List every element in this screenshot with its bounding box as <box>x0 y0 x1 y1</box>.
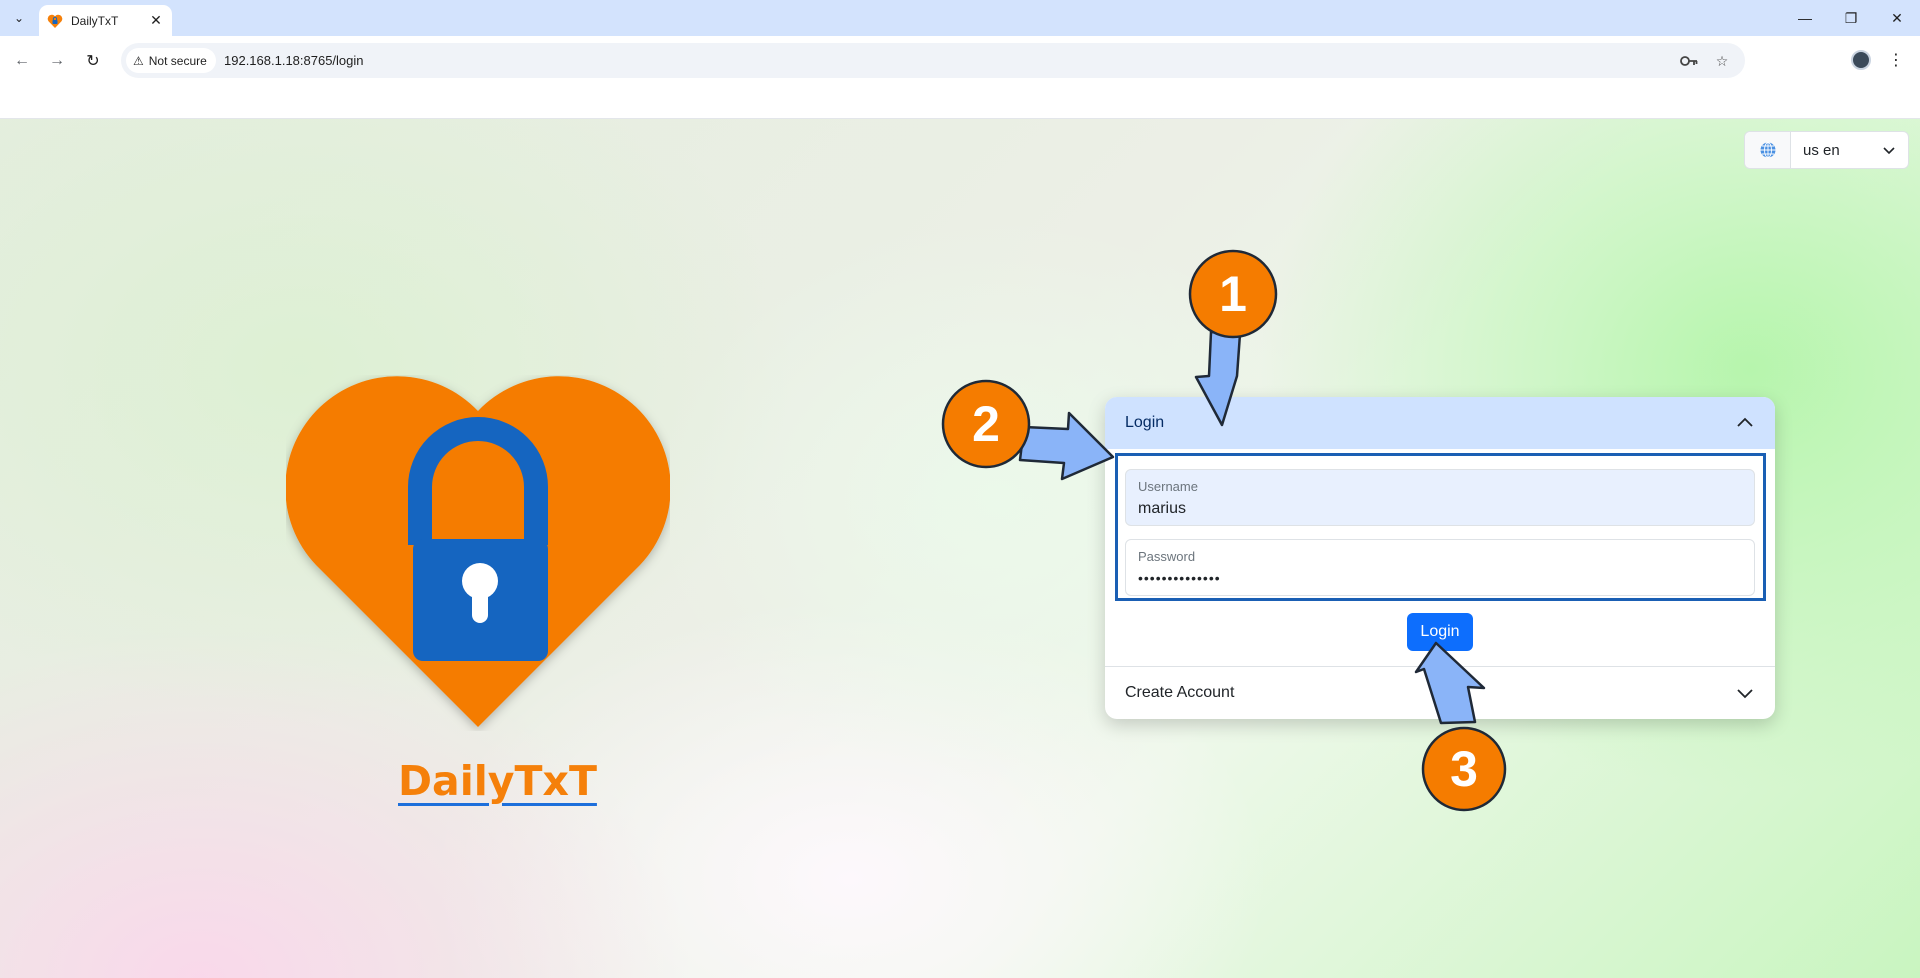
browser-toolbar: ← → ↻ ⚠ Not secure 192.168.1.18:8765/log… <box>0 36 1920 86</box>
forward-arrow-icon: → <box>49 52 65 69</box>
star-icon[interactable]: ☆ <box>1712 51 1732 71</box>
kebab-menu-icon[interactable]: ⋮ <box>1886 48 1906 72</box>
annotation-step-3-label: 3 <box>1450 741 1478 797</box>
address-bar[interactable]: ⚠ Not secure 192.168.1.18:8765/login ☆ <box>121 43 1745 78</box>
tab-list-button[interactable]: ⌄ <box>6 6 32 30</box>
forward-button[interactable]: → <box>44 48 70 74</box>
profile-avatar[interactable] <box>1851 50 1871 70</box>
chevron-down-icon <box>1883 147 1895 155</box>
annotation-step-3-badge <box>1421 726 1507 812</box>
login-button[interactable]: Login <box>1407 613 1473 651</box>
key-icon[interactable] <box>1679 51 1699 71</box>
dailytxt-logo-heart-lock <box>286 376 670 727</box>
username-field[interactable]: Username marius <box>1125 469 1755 526</box>
back-button[interactable]: ← <box>9 48 35 74</box>
close-icon[interactable]: ✕ <box>148 12 164 29</box>
chevron-up-icon <box>1737 417 1753 427</box>
brand-name-link[interactable]: DailyTxT <box>398 757 597 805</box>
minimize-button[interactable]: — <box>1782 0 1828 36</box>
password-label: Password <box>1138 549 1196 564</box>
annotation-step-1-label: 1 <box>1219 266 1247 322</box>
annotation-arrow-1-shape <box>1212 331 1240 383</box>
login-accordion-header[interactable]: Login <box>1105 397 1775 449</box>
login-accordion: Login Username marius Password •••••••••… <box>1105 397 1775 719</box>
browser-tab-bar: ⌄ DailyTxT ✕ — ❐ ✕ <box>0 0 1920 36</box>
restore-button[interactable]: ❐ <box>1828 0 1874 36</box>
username-value: marius <box>1138 500 1187 517</box>
login-header-label: Login <box>1125 414 1165 431</box>
create-account-accordion-header[interactable]: Create Account <box>1105 667 1775 719</box>
dailytxt-favicon-icon <box>47 14 63 28</box>
security-chip[interactable]: ⚠ Not secure <box>126 48 216 73</box>
chevron-down-icon <box>1737 689 1753 699</box>
create-account-label: Create Account <box>1125 684 1235 701</box>
annotation-step-2-badge <box>941 379 1031 469</box>
restore-icon: ❐ <box>1844 9 1858 26</box>
username-label: Username <box>1138 479 1198 494</box>
reload-button[interactable]: ↻ <box>80 48 106 74</box>
annotation-step-1-badge <box>1188 249 1278 339</box>
annotation-step-2-label: 2 <box>972 396 1000 452</box>
chevron-down-icon: ⌄ <box>13 11 25 25</box>
warning-icon: ⚠ <box>133 53 144 68</box>
globe-icon <box>1745 132 1791 168</box>
language-value: us en <box>1803 141 1840 159</box>
language-selector[interactable]: us en <box>1744 131 1909 169</box>
security-label: Not secure <box>148 53 207 68</box>
back-arrow-icon: ← <box>14 52 30 69</box>
minimize-icon: — <box>1798 10 1812 26</box>
login-page: us en DailyTxT Login Username marius Pas… <box>0 119 1920 978</box>
password-value: •••••••••••••• <box>1138 570 1221 586</box>
url-text: 192.168.1.18:8765/login <box>224 53 364 68</box>
language-dropdown[interactable]: us en <box>1791 132 1908 168</box>
reload-icon: ↻ <box>86 53 100 70</box>
tab-title: DailyTxT <box>71 13 119 28</box>
password-field[interactable]: Password •••••••••••••• <box>1125 539 1755 596</box>
close-icon: ✕ <box>1891 9 1903 26</box>
close-window-button[interactable]: ✕ <box>1874 0 1920 36</box>
browser-tab[interactable]: DailyTxT ✕ <box>39 5 172 36</box>
annotation-arrow-2 <box>1018 411 1115 481</box>
